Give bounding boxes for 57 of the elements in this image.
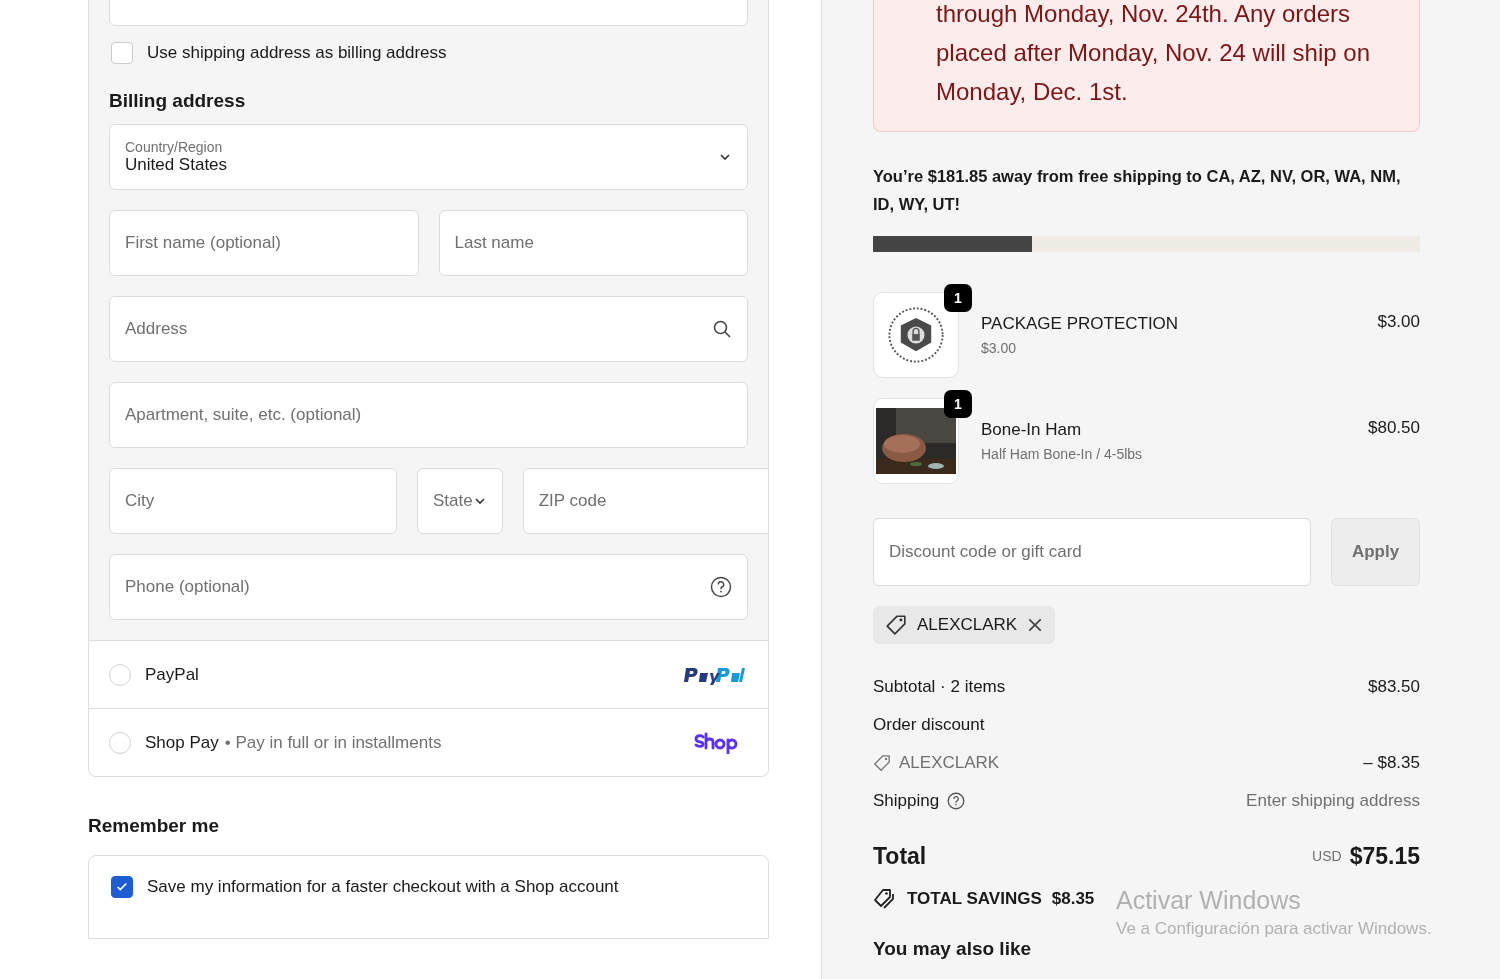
shipping-label: Shipping [873,791,940,811]
tag-icon [885,614,907,636]
notice-text: through Monday, Nov. 24th. Any orders placed after Monday, Nov. 24 will ship on Monday, Dec. 1st. [936,0,1371,107]
section-heading: You may also like [873,938,1033,960]
product-price: $3.00 [1377,312,1420,332]
discount-label: Order discount [873,715,985,735]
help-icon[interactable] [710,576,732,598]
help-icon[interactable] [947,792,966,810]
input-field[interactable]: Address [109,296,748,362]
subtotal-value: $83.50 [1368,677,1420,697]
checkbox-label: Save my information for a faster checkout with a Shop account [147,877,619,897]
close-icon[interactable] [1027,617,1044,633]
state-select[interactable]: State [417,468,503,534]
discount-code: ALEXCLARK [899,753,1000,773]
radio-button[interactable] [109,731,131,754]
payment-label: PayPal [145,664,199,685]
product-price: $80.50 [1368,418,1420,438]
subtotal-label: Subtotal · 2 items [873,677,1006,697]
payment-option[interactable]: Shop Pay • Pay in full or in installments [89,708,768,776]
product-variant: $3.00 [981,340,1018,356]
quantity-badge: 1 [944,390,972,418]
apply-button[interactable]: Apply [1331,518,1420,586]
shipping-value: Enter shipping address [1246,791,1420,811]
country-select[interactable]: Country/Region United States [109,124,748,190]
tags-icon [873,888,897,910]
payment-note: • Pay in full or in installments [224,732,442,753]
search-icon [712,319,732,339]
section-heading: Remember me [88,815,220,837]
input-field[interactable]: First name (optional) [109,210,419,276]
free-shipping-message: You’re $181.85 away from free shipping to CA, AZ, NV, OR, WA, NM, ID, WY, UT! [873,166,1402,215]
total-amount: $75.15 [1349,842,1420,870]
input-field[interactable]: Apartment, suite, etc. (optional) [109,382,748,448]
input-field[interactable]: Last name [438,210,748,276]
input-field[interactable]: City [109,468,397,534]
product-name: Bone-In Ham [981,420,1083,440]
product-name: PACKAGE PROTECTION [981,314,1180,334]
checkbox[interactable] [111,876,133,898]
section-heading: Billing address [109,90,247,112]
savings-amount: $8.35 [1051,889,1095,909]
discount-amount: – $8.35 [1363,753,1420,773]
payment-option[interactable]: PayPal [89,640,768,708]
product-variant: Half Ham Bone-In / 4-5lbs [981,446,1144,462]
discount-code: ALEXCLARK [917,615,1018,635]
quantity-badge: 1 [944,284,972,312]
activation-watermark-title: Activar Windows [1116,886,1302,915]
input-field[interactable]: Phone (optional) [109,554,748,620]
discount-field[interactable]: Discount code or gift card [873,518,1311,586]
total-label: Total [873,842,927,870]
activation-watermark-text: Ve a Configuración para activar Windows. [1116,919,1432,939]
checkbox-label: Use shipping address as billing address [147,43,447,63]
input-field[interactable]: ZIP code [522,468,768,534]
radio-button[interactable] [109,663,131,686]
tag-icon [873,754,891,772]
check-icon [115,880,129,894]
currency-code: USD [1312,848,1342,864]
savings-label: TOTAL SAVINGS [907,889,1042,909]
payment-label: Shop Pay [145,732,219,753]
